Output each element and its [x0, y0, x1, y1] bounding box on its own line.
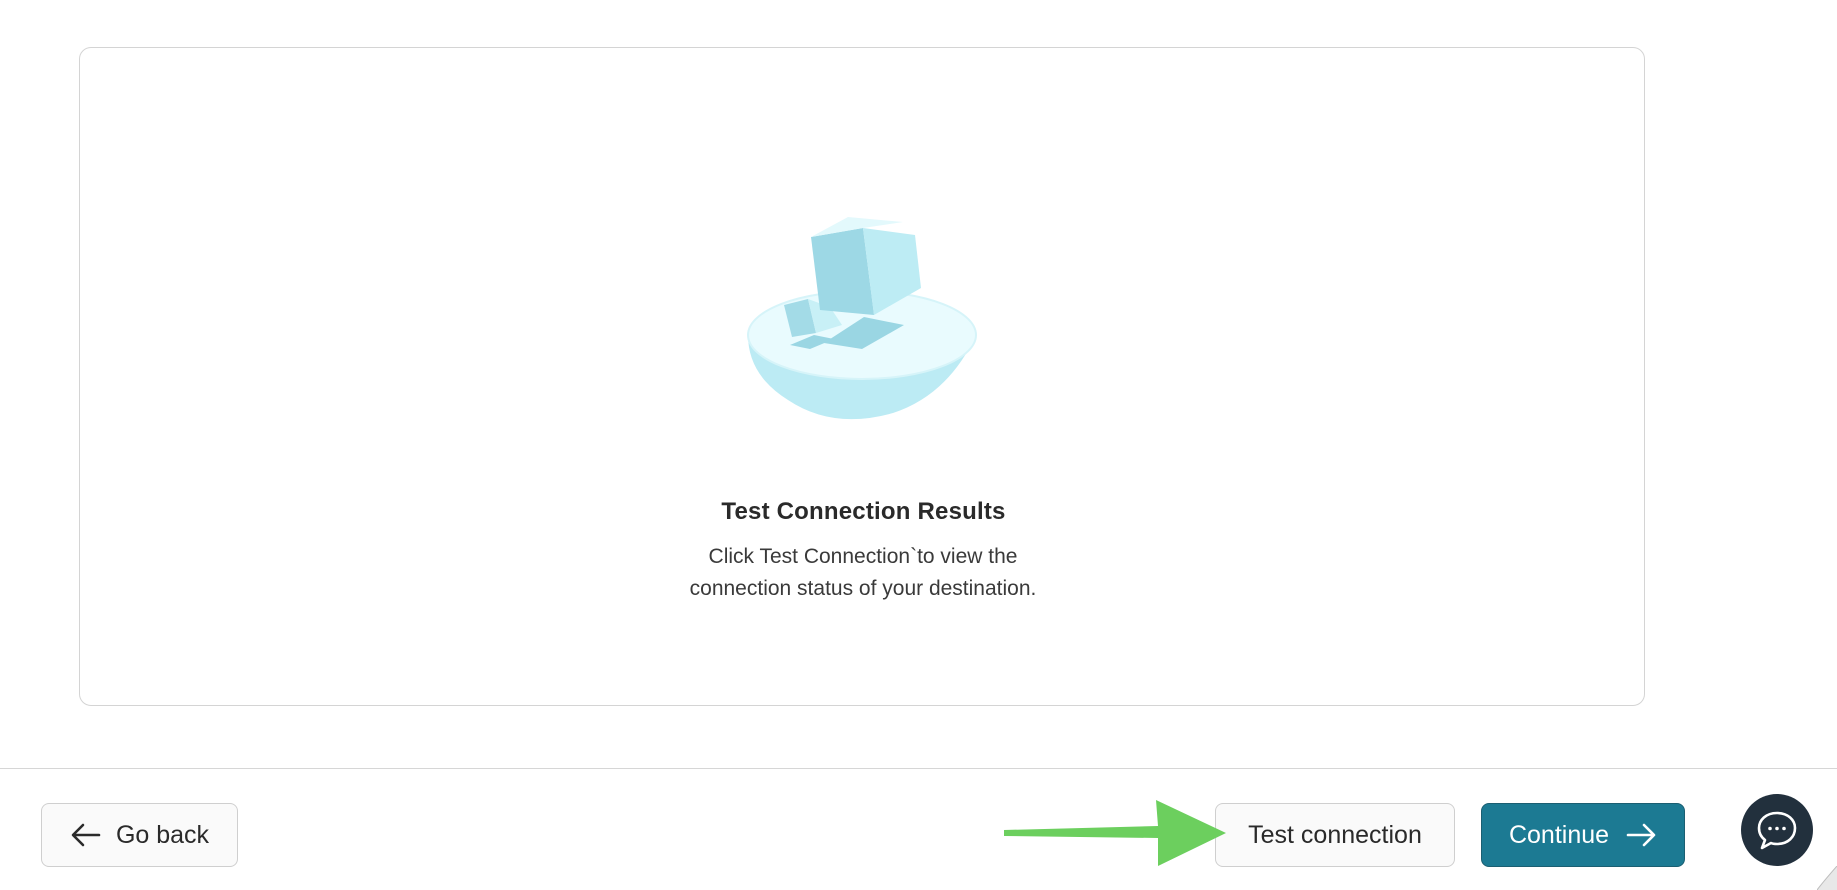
test-connection-label: Test connection [1248, 820, 1422, 849]
page-corner-curl [1817, 866, 1837, 890]
footer-action-bar: Go back Test connection Continue [0, 768, 1837, 890]
test-connection-button[interactable]: Test connection [1215, 803, 1455, 867]
arrow-left-icon [71, 823, 101, 847]
results-description: Click Test Connection`to view the connec… [689, 545, 1037, 600]
destination-setup-page: Test Connection Results Click Test Conne… [0, 0, 1837, 890]
arrow-right-icon [1626, 823, 1656, 847]
continue-button[interactable]: Continue [1481, 803, 1685, 867]
continue-label: Continue [1508, 820, 1610, 849]
results-title: Test Connection Results [721, 498, 1006, 525]
go-back-label: Go back [115, 820, 210, 849]
go-back-button[interactable]: Go back [41, 803, 238, 867]
chat-bubble-icon [1757, 811, 1797, 850]
chat-support-button[interactable] [1741, 794, 1813, 866]
empty-state-cubes-illustration [747, 217, 977, 420]
